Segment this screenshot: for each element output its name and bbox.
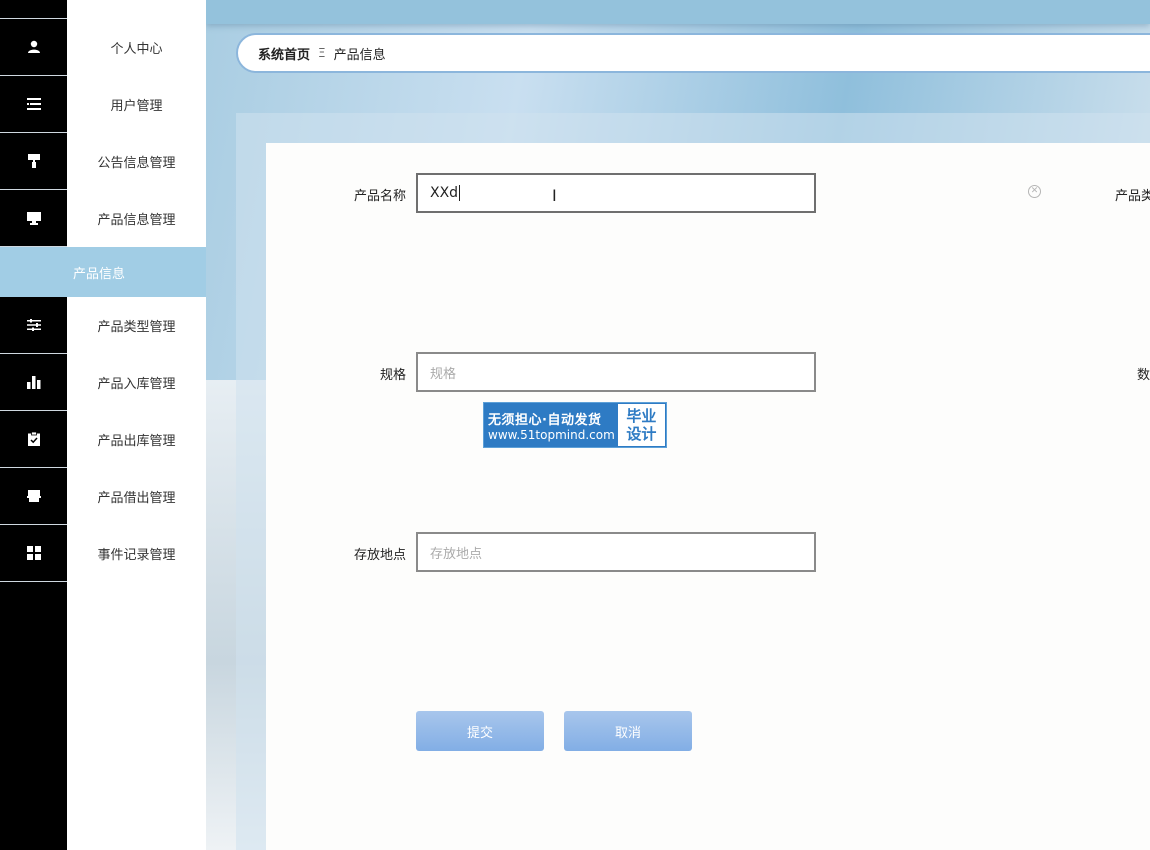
breadcrumb-home[interactable]: 系统首页 — [258, 44, 310, 63]
sidebar-item-stock-out[interactable]: 产品出库管理 — [67, 411, 206, 468]
breadcrumb: 系统首页 Ξ 产品信息 — [236, 33, 1150, 73]
top-bar — [206, 0, 1150, 24]
product-name-input[interactable]: XXd — [416, 173, 816, 213]
paint-roller-icon[interactable] — [0, 133, 67, 190]
bar-chart-icon[interactable] — [0, 354, 67, 411]
monitor-icon[interactable] — [0, 190, 67, 247]
sidebar-item-profile[interactable]: 个人中心 — [67, 19, 206, 76]
sidebar-item-events[interactable]: 事件记录管理 — [67, 525, 206, 582]
clipboard-check-icon[interactable] — [0, 411, 67, 468]
watermark-line2: www.51topmind.com — [488, 427, 615, 442]
submit-button[interactable]: 提交 — [416, 711, 544, 751]
form-card — [266, 143, 1150, 850]
location-input[interactable]: 存放地点 — [416, 532, 816, 572]
text-cursor-icon: I — [552, 186, 557, 205]
spec-label: 规格 — [379, 368, 406, 383]
location-label: 存放地点 — [353, 548, 406, 563]
sidebar-item-stock-in[interactable]: 产品入库管理 — [67, 354, 206, 411]
sidebar-item-announcements[interactable]: 公告信息管理 — [67, 133, 206, 190]
spec-input[interactable]: 规格 — [416, 352, 816, 392]
breadcrumb-separator-icon: Ξ — [318, 46, 326, 60]
printer-icon[interactable] — [0, 468, 67, 525]
sidebar-subitem-product-info[interactable]: 产品信息 — [0, 247, 206, 297]
text-caret — [459, 185, 461, 201]
icon-rail — [0, 0, 67, 850]
quantity-label: 数 — [1136, 368, 1150, 383]
sidebar-item-products[interactable]: 产品信息管理 — [67, 190, 206, 247]
sidebar-item-lending[interactable]: 产品借出管理 — [67, 468, 206, 525]
sidebar-item-users[interactable]: 用户管理 — [67, 76, 206, 133]
cancel-button[interactable]: 取消 — [564, 711, 692, 751]
watermark-right1: 毕业 — [626, 407, 657, 425]
sliders-icon[interactable] — [0, 297, 67, 354]
list-icon[interactable] — [0, 76, 67, 133]
watermark-line1: 无须担心·自动发货 — [488, 412, 602, 428]
sidebar-item-product-types[interactable]: 产品类型管理 — [67, 297, 206, 354]
person-icon[interactable] — [0, 19, 67, 76]
breadcrumb-current: 产品信息 — [333, 47, 386, 63]
product-name-label: 产品名称 — [353, 189, 406, 204]
product-name-value: XXd — [430, 185, 459, 201]
grid-icon[interactable] — [0, 525, 67, 582]
watermark-badge: 无须担心·自动发货 www.51topmind.com 毕业 设计 — [483, 402, 667, 448]
watermark-right2: 设计 — [626, 425, 657, 443]
product-type-label: 产品类 — [1114, 189, 1150, 204]
